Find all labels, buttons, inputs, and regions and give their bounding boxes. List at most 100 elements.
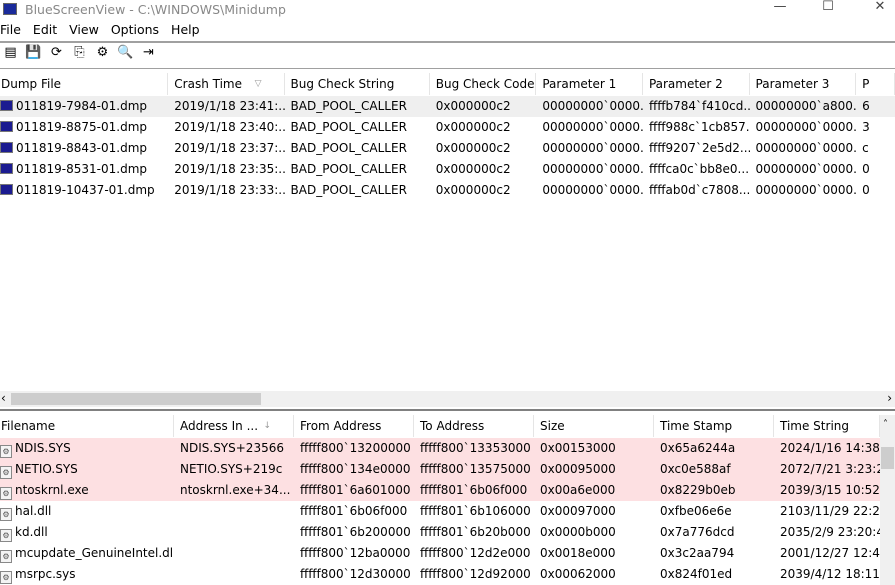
column-header-label: P [862, 77, 870, 91]
maximize-button[interactable]: ☐ [805, 0, 851, 18]
column-header-address-in[interactable]: Address In ... ↓ [174, 415, 294, 437]
cell: 2019/1/18 23:40:... [168, 117, 284, 138]
scroll-left-arrow-icon[interactable]: ‹ [1, 391, 6, 405]
copy-button[interactable]: ⎘ [71, 44, 88, 61]
table-row[interactable]: 011819-7984-01.dmp 2019/1/18 23:41:... BAD… [0, 96, 895, 117]
cell: 0x000000c2 [430, 117, 537, 138]
menu-view[interactable]: View [69, 22, 105, 40]
dump-file-icon [0, 121, 13, 132]
cell-text: 2035/2/9 23:20:45 [780, 525, 880, 539]
cell: BAD_POOL_CALLER [285, 96, 430, 117]
cell-text: ffffb784`f410cd... [648, 99, 750, 113]
column-header-parameter-2[interactable]: Parameter 2 [643, 73, 750, 95]
column-header-label: To Address [420, 419, 485, 433]
cell-text: 011819-7984-01.dmp [16, 99, 148, 113]
cell: 011819-10437-01.dmp [0, 180, 168, 201]
column-header-filename[interactable]: Filename [0, 415, 174, 437]
menu-help[interactable]: Help [171, 22, 206, 40]
menu-file[interactable]: File [0, 22, 27, 40]
table-row[interactable]: ⚙ NETIO.SYS NETIO.SYS+219c fffff800`134e000… [0, 459, 880, 480]
cell: 0x00a6e000 [534, 480, 654, 501]
column-header-label: Bug Check String [290, 77, 395, 91]
column-header-from-address[interactable]: From Address [294, 415, 414, 437]
cell: 3 [856, 117, 895, 138]
column-header-label: Size [540, 419, 565, 433]
cell: fffff800`13200000 [294, 438, 414, 459]
column-header-bug-check-string[interactable]: Bug Check String [285, 73, 430, 95]
horizontal-scrollbar[interactable]: ‹ › [0, 391, 895, 407]
cell-text: 0 [862, 162, 870, 176]
column-header-label: Parameter 3 [755, 77, 830, 91]
cell-text: 2019/1/18 23:33:... [174, 183, 285, 197]
table-row[interactable]: ⚙ NDIS.SYS NDIS.SYS+23566 fffff800`13200000… [0, 438, 880, 459]
column-header-time-string[interactable]: Time String [774, 415, 880, 437]
column-header-size[interactable]: Size [534, 415, 654, 437]
find-button[interactable]: 🔍 [117, 44, 134, 61]
refresh-button[interactable]: ⟳ [48, 44, 65, 61]
splitter[interactable] [0, 409, 895, 411]
table-row[interactable]: 011819-8843-01.dmp 2019/1/18 23:37:... BAD… [0, 138, 895, 159]
cell: 0 [856, 159, 895, 180]
scrollbar-thumb[interactable] [11, 393, 261, 405]
table-row[interactable]: ⚙ kd.dll fffff801`6b200000 fffff801`6b20b00… [0, 522, 880, 543]
menu-options[interactable]: Options [111, 22, 165, 40]
cell: 00000000`0000... [536, 180, 643, 201]
cell: 0x8229b0eb [654, 480, 774, 501]
advanced-options-button[interactable]: ⚙ [94, 44, 111, 61]
table-row[interactable]: 011819-8875-01.dmp 2019/1/18 23:40:... BAD… [0, 117, 895, 138]
sort-indicator-icon: ▽ [254, 79, 262, 89]
cell-text: 011819-8843-01.dmp [16, 141, 148, 155]
cell: 0x000000c2 [430, 138, 537, 159]
table-row[interactable]: ⚙ ntoskrnl.exe ntoskrnl.exe+34... fffff801`… [0, 480, 880, 501]
scrollbar-thumb[interactable] [881, 447, 894, 469]
cell-text: 0x00095000 [540, 462, 616, 476]
cell: ffffab0d`c7808... [643, 180, 750, 201]
dump-file-icon [0, 184, 13, 195]
cell: 2019/1/18 23:41:... [168, 96, 284, 117]
cell: 00000000`a800... [750, 96, 857, 117]
cell: fffff800`12d30000 [294, 564, 414, 585]
column-header-parameter-1[interactable]: Parameter 1 [536, 73, 643, 95]
save-button[interactable]: 💾 [25, 44, 42, 61]
scroll-right-arrow-icon[interactable]: › [887, 391, 892, 405]
cell: 2019/1/18 23:37:... [168, 138, 284, 159]
cell: 2035/2/9 23:20:45 [774, 522, 880, 543]
table-row[interactable]: ⚙ mcupdate_GenuineIntel.dll fffff800`12ba0… [0, 543, 880, 564]
column-header-p[interactable]: P [856, 73, 895, 95]
column-header-to-address[interactable]: To Address [414, 415, 534, 437]
driver-file-icon: ⚙ [0, 508, 12, 521]
column-header-parameter-3[interactable]: Parameter 3 [750, 73, 857, 95]
minimize-button[interactable]: — [757, 0, 803, 18]
cell: 2019/1/18 23:35:... [168, 159, 284, 180]
cell: ⚙ NDIS.SYS [0, 438, 174, 459]
vertical-scrollbar[interactable]: ˄ [880, 415, 895, 585]
cell-text: 00000000`0000... [755, 183, 857, 197]
cell-text: msrpc.sys [15, 567, 76, 581]
cell: fffff800`134e0000 [294, 459, 414, 480]
cell-text: fffff801`6b20b000 [420, 525, 531, 539]
cell: fffff800`12d2e000 [414, 543, 534, 564]
scroll-up-arrow-icon[interactable]: ˄ [883, 419, 888, 430]
cell: fffff801`6b06f000 [414, 480, 534, 501]
column-header-bug-check-code[interactable]: Bug Check Code [430, 73, 537, 95]
cell: 00000000`0000... [750, 138, 857, 159]
cell: 0x824f01ed [654, 564, 774, 585]
find-icon: 🔍 [117, 45, 134, 60]
cell: 0x3c2aa794 [654, 543, 774, 564]
close-button[interactable]: ✕ [857, 0, 895, 18]
column-header-dump-file[interactable]: Dump File [0, 73, 169, 95]
exit-button[interactable]: ⇥ [140, 44, 157, 61]
cell: fffff800`12d92000 [414, 564, 534, 585]
table-row[interactable]: 011819-10437-01.dmp 2019/1/18 23:33:... BA… [0, 180, 895, 201]
cell-text: 011819-8875-01.dmp [16, 120, 148, 134]
table-row[interactable]: ⚙ msrpc.sys fffff800`12d30000 fffff800`12d9… [0, 564, 880, 585]
column-header-time-stamp[interactable]: Time Stamp [654, 415, 774, 437]
table-row[interactable]: ⚙ hal.dll fffff801`6b06f000 fffff801`6b1060… [0, 501, 880, 522]
properties-button[interactable]: ▤ [2, 44, 19, 61]
column-header-crash-time[interactable]: Crash Time ▽ [168, 73, 285, 95]
table-row[interactable]: 011819-8531-01.dmp 2019/1/18 23:35:... BAD… [0, 159, 895, 180]
menu-edit[interactable]: Edit [33, 22, 63, 40]
cell: fffff801`6b200000 [294, 522, 414, 543]
cell: 00000000`0000... [750, 117, 857, 138]
cell-text: ntoskrnl.exe+34... [180, 483, 291, 497]
